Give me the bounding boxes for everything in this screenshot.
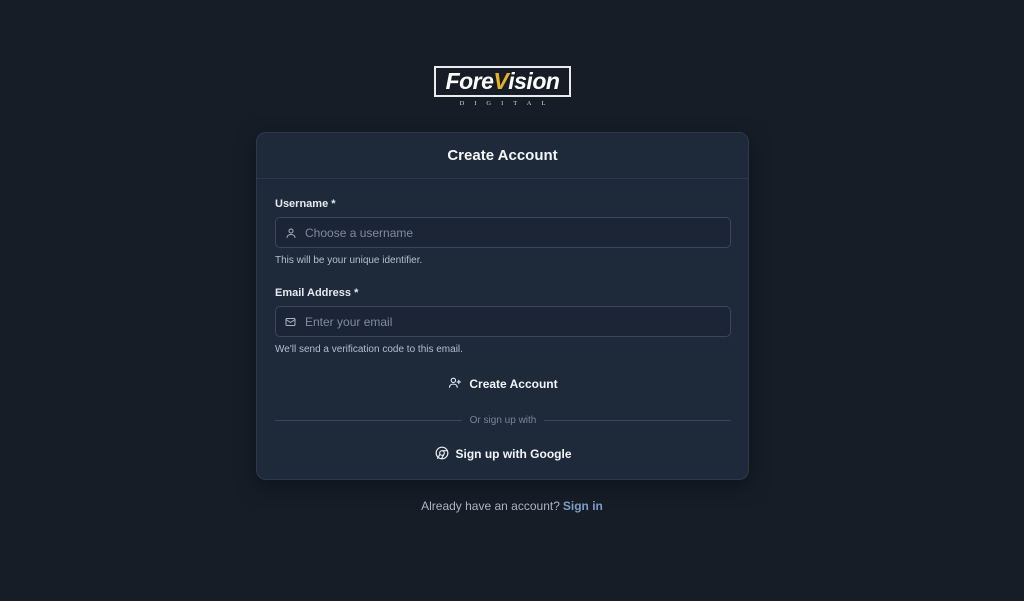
google-signup-label: Sign up with Google	[455, 447, 572, 461]
signin-prompt-text: Already have an account?	[421, 499, 560, 513]
signin-link[interactable]: Sign in	[563, 499, 603, 513]
card-title: Create Account	[257, 133, 748, 179]
username-input[interactable]	[305, 218, 730, 247]
chrome-icon	[435, 446, 449, 463]
email-label: Email Address *	[275, 287, 359, 299]
brand-logo: Fore Vision DIGITAL	[434, 66, 571, 110]
username-hint: This will be your unique identifier.	[275, 255, 423, 266]
email-hint: We'll send a verification code to this e…	[275, 344, 463, 355]
divider: Or sign up with	[275, 413, 732, 427]
signin-prompt: Already have an account? Sign in	[0, 499, 1024, 513]
logo-subtitle: DIGITAL	[459, 100, 556, 107]
divider-line-left	[275, 419, 462, 421]
logo-part1: Fore	[445, 68, 494, 94]
divider-text: Or sign up with	[469, 414, 537, 426]
create-account-label: Create Account	[469, 377, 558, 391]
logo-v: V	[493, 68, 509, 94]
username-label: Username *	[275, 198, 336, 210]
user-plus-icon	[448, 376, 462, 392]
username-field[interactable]	[275, 217, 731, 248]
divider-line-right	[544, 419, 732, 421]
create-account-button[interactable]: Create Account	[275, 373, 731, 395]
logo-wordmark: Fore Vision	[434, 66, 571, 97]
logo-part2: ision	[508, 68, 560, 94]
google-signup-button[interactable]: Sign up with Google	[275, 443, 731, 465]
signup-card: Create Account Username * This will be y…	[256, 132, 749, 480]
user-icon	[276, 227, 305, 239]
email-input[interactable]	[305, 307, 730, 336]
email-field[interactable]	[275, 306, 731, 337]
mail-icon	[276, 316, 305, 328]
